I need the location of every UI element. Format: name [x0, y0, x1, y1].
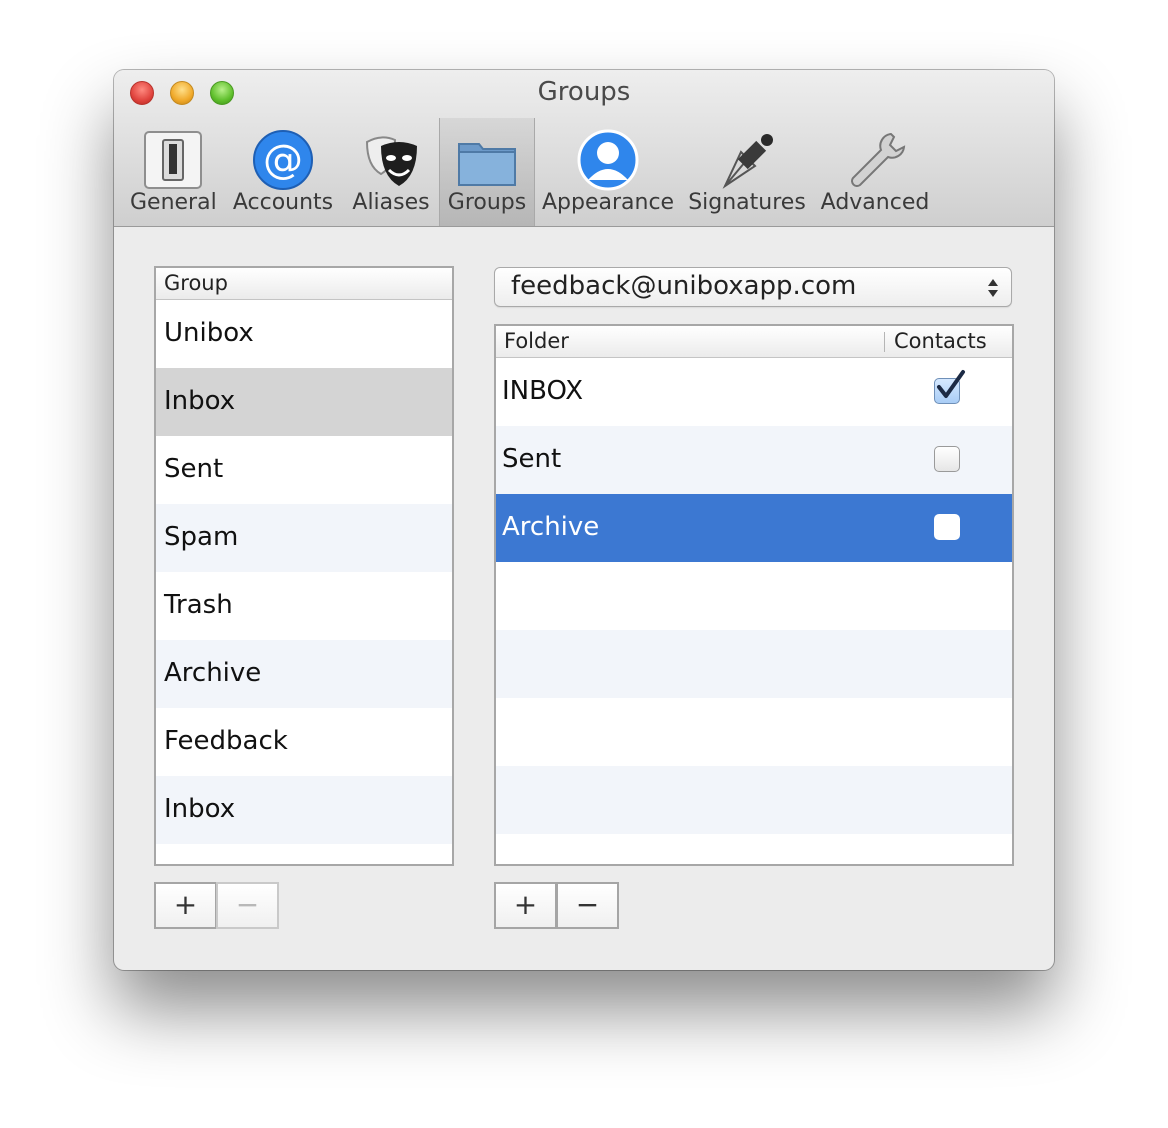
- group-row-selected[interactable]: Inbox: [156, 368, 452, 436]
- folder-row-label: Archive: [502, 512, 600, 542]
- add-group-button[interactable]: +: [154, 882, 217, 929]
- folder-row-label: Sent: [502, 444, 562, 474]
- column-divider: [884, 332, 885, 352]
- toolbar-label-advanced: Advanced: [820, 190, 930, 215]
- toolbar-label-signatures: Signatures: [688, 190, 806, 215]
- contacts-checkbox[interactable]: [934, 446, 960, 472]
- preferences-window: Groups General @ Accounts Aliases Groups…: [114, 70, 1054, 970]
- group-row[interactable]: Feedback: [156, 708, 452, 776]
- toolbar-advanced[interactable]: Advanced: [820, 118, 930, 226]
- updown-arrows-icon: [988, 279, 998, 297]
- theater-masks-icon: [365, 136, 417, 186]
- folder-column-header: Folder: [504, 329, 569, 353]
- toolbar-appearance[interactable]: Appearance: [542, 118, 674, 226]
- folder-row[interactable]: Sent: [496, 426, 1012, 494]
- person-icon: [577, 129, 639, 191]
- group-row-label: Sent: [164, 454, 224, 484]
- group-row-label: Inbox: [164, 794, 236, 824]
- folder-row-selected[interactable]: Archive: [496, 494, 1012, 562]
- remove-group-button[interactable]: −: [216, 882, 279, 929]
- folder-row-label: INBOX: [502, 376, 584, 406]
- toolbar-general[interactable]: General: [130, 118, 217, 226]
- contacts-checkbox[interactable]: [934, 514, 960, 540]
- toolbar-signatures[interactable]: Signatures: [688, 118, 806, 226]
- group-row-label: Inbox: [164, 386, 236, 416]
- folder-row[interactable]: INBOX: [496, 358, 1012, 426]
- toolbar-accounts[interactable]: @ Accounts: [230, 118, 336, 226]
- folders-table: Folder Contacts INBOX Sent Archive: [494, 324, 1014, 866]
- group-row[interactable]: Inbox: [156, 776, 452, 844]
- contacts-checkbox[interactable]: [934, 370, 965, 404]
- group-column-header: Group: [164, 271, 228, 295]
- folders-table-header[interactable]: Folder Contacts: [496, 326, 1012, 358]
- group-row-label: Archive: [164, 658, 262, 688]
- toolbar-label-aliases: Aliases: [352, 190, 430, 215]
- group-row[interactable]: Archive: [156, 640, 452, 708]
- group-row-label: Unibox: [164, 318, 254, 348]
- folder-icon: [458, 143, 516, 186]
- remove-folder-button[interactable]: −: [556, 882, 619, 929]
- window-title: Groups: [537, 77, 631, 107]
- account-select-value: feedback@uniboxapp.com: [511, 271, 857, 301]
- checkmark-icon: [937, 370, 965, 398]
- empty-row: [496, 630, 1012, 698]
- empty-row: [496, 766, 1012, 834]
- toolbar-label-general: General: [130, 190, 217, 215]
- empty-row: [496, 562, 1012, 630]
- toolbar-groups[interactable]: Groups: [439, 118, 535, 226]
- group-row-label: Feedback: [164, 726, 288, 756]
- toolbar-label-accounts: Accounts: [232, 190, 334, 215]
- add-folder-button[interactable]: +: [494, 882, 557, 929]
- group-row-label: Trash: [164, 590, 233, 620]
- wrench-icon: [851, 132, 906, 187]
- contacts-column-header: Contacts: [894, 329, 987, 353]
- empty-row: [496, 698, 1012, 766]
- account-select[interactable]: feedback@uniboxapp.com: [494, 267, 1012, 307]
- groups-table-header[interactable]: Group: [156, 268, 452, 300]
- group-row[interactable]: Sent: [156, 436, 452, 504]
- group-row[interactable]: Spam: [156, 504, 452, 572]
- group-row[interactable]: Trash: [156, 572, 452, 640]
- group-row[interactable]: Unibox: [156, 300, 452, 368]
- at-sign-icon: @: [253, 130, 313, 190]
- fountain-pen-icon: [722, 134, 773, 189]
- svg-text:@: @: [263, 137, 303, 183]
- groups-table: Group Unibox Inbox Sent Spam Trash Archi…: [154, 266, 454, 866]
- title-bar: Groups General @ Accounts Aliases Groups…: [114, 70, 1054, 227]
- toolbar-label-appearance: Appearance: [542, 190, 675, 215]
- toolbar-label-groups: Groups: [447, 190, 527, 215]
- switch-icon: [144, 131, 202, 189]
- group-row-label: Spam: [164, 522, 239, 552]
- toolbar-aliases[interactable]: Aliases: [348, 118, 434, 226]
